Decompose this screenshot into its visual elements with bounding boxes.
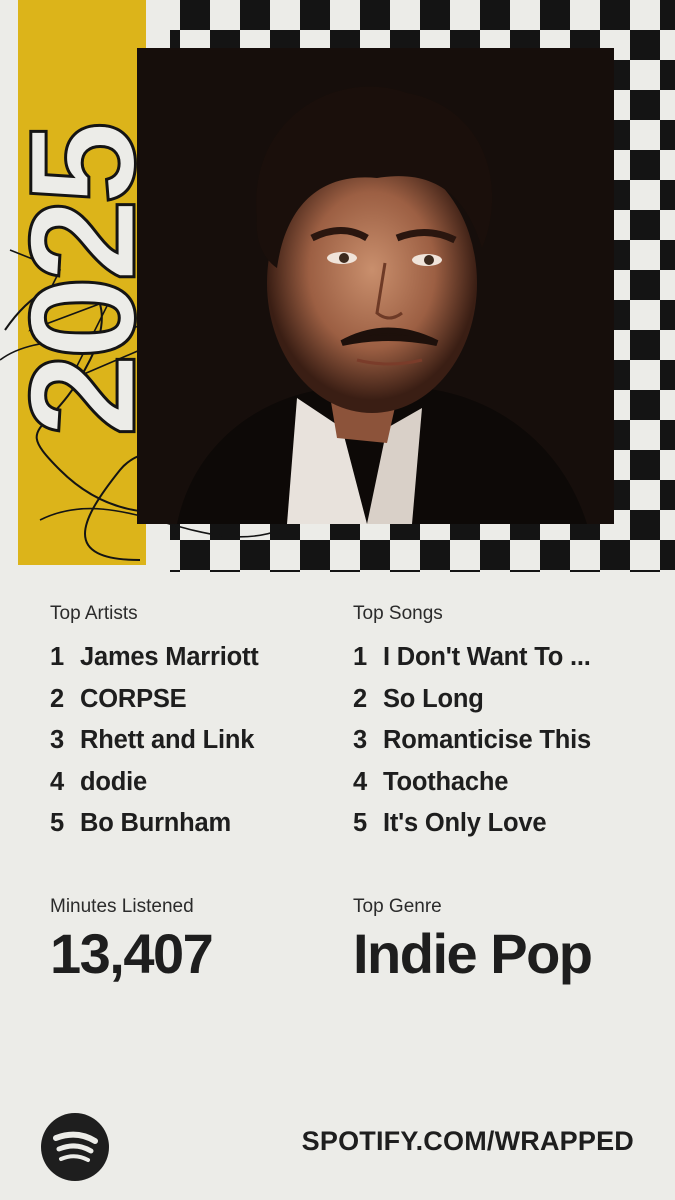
rank-number: 1 xyxy=(353,643,367,671)
top-artists-label: Top Artists xyxy=(50,603,138,624)
list-item: 4 Toothache xyxy=(353,762,643,804)
list-item: 4 dodie xyxy=(50,762,330,804)
list-item: 3 Romanticise This xyxy=(353,720,643,762)
wrapped-url-link[interactable]: SPOTIFY.COM/WRAPPED xyxy=(302,1126,634,1157)
top-songs-list: 1 I Don't Want To ... 2 So Long 3 Romantici… xyxy=(353,637,643,845)
minutes-value: 13,407 xyxy=(50,922,214,985)
list-item: 1 I Don't Want To ... xyxy=(353,637,643,679)
rank-number: 2 xyxy=(353,684,367,713)
artist-name: dodie xyxy=(80,767,147,796)
header-artwork: 2025 xyxy=(0,0,675,572)
top-songs-label: Top Songs xyxy=(353,603,443,624)
artist-name: Rhett and Link xyxy=(80,726,255,754)
list-item: 2 CORPSE xyxy=(50,679,330,721)
top-artists-section: Top Artists 1 James Marriott 2 CORPSE 3 Rhe… xyxy=(50,603,330,845)
minutes-label: Minutes Listened xyxy=(50,896,194,917)
top-songs-section: Top Songs 1 I Don't Want To ... 2 So Long … xyxy=(353,603,643,845)
artist-name: Bo Burnham xyxy=(80,809,232,837)
rank-number: 5 xyxy=(353,809,367,837)
song-name: Romanticise This xyxy=(383,726,591,754)
svg-text:2025: 2025 xyxy=(18,125,146,437)
list-item: 5 Bo Burnham xyxy=(50,803,330,845)
artist-name: James Marriott xyxy=(80,643,259,671)
rank-number: 4 xyxy=(50,767,64,796)
song-name: Toothache xyxy=(383,767,509,796)
list-item: 3 Rhett and Link xyxy=(50,720,330,762)
artist-name: CORPSE xyxy=(80,684,187,713)
portrait-photo xyxy=(137,48,614,524)
list-item: 5 It's Only Love xyxy=(353,803,643,845)
rank-number: 3 xyxy=(50,726,64,754)
genre-value: Indie Pop xyxy=(353,922,593,985)
rank-number: 4 xyxy=(353,767,367,796)
year-graphic: 2025 xyxy=(18,123,146,438)
song-name: It's Only Love xyxy=(383,809,547,837)
artist-photo xyxy=(137,48,614,524)
genre-section: Top Genre Indie Pop xyxy=(353,896,643,984)
rank-number: 5 xyxy=(50,809,64,837)
song-name: So Long xyxy=(383,684,484,713)
rank-number: 1 xyxy=(50,643,64,671)
minutes-section: Minutes Listened 13,407 xyxy=(50,896,330,984)
song-name: I Don't Want To ... xyxy=(383,643,591,671)
list-item: 1 James Marriott xyxy=(50,637,330,679)
rank-number: 3 xyxy=(353,726,367,754)
top-artists-list: 1 James Marriott 2 CORPSE 3 Rhett and Link … xyxy=(50,637,330,845)
list-item: 2 So Long xyxy=(353,679,643,721)
spotify-logo-icon[interactable] xyxy=(41,1113,109,1181)
genre-label: Top Genre xyxy=(353,896,442,917)
rank-number: 2 xyxy=(50,684,64,713)
